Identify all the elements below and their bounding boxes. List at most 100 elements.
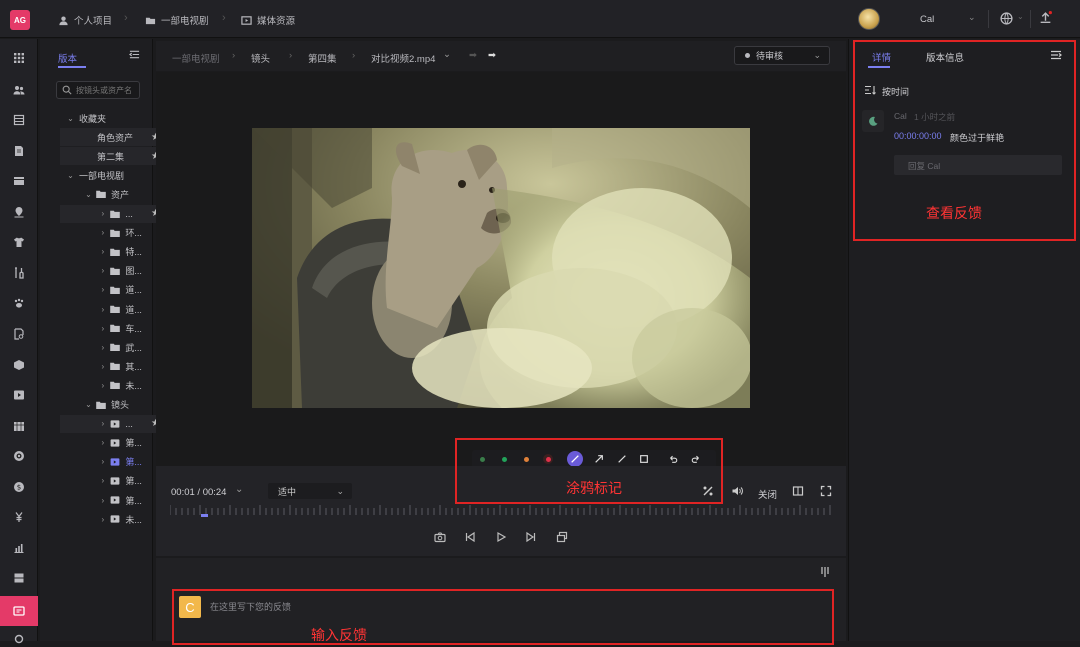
breadcrumb-personal-project[interactable]: 个人项目	[58, 13, 112, 27]
tree-item[interactable]: › 第...	[60, 434, 160, 452]
nav-search-document-icon[interactable]	[11, 326, 27, 342]
file-dropdown-chevron-icon[interactable]: ⌄	[443, 49, 451, 60]
volume-icon[interactable]	[731, 485, 743, 497]
tree-item[interactable]: › 第...	[60, 491, 160, 509]
collapsed-chevron-icon[interactable]: ›	[98, 305, 107, 314]
tree-search[interactable]	[56, 81, 140, 99]
globe-icon[interactable]	[1000, 12, 1013, 25]
feedback-input-box[interactable]	[172, 589, 834, 645]
nav-archive-icon[interactable]	[11, 570, 27, 586]
tree-item[interactable]: › 车...	[60, 319, 160, 337]
expand-chevron-icon[interactable]: ⌄	[84, 190, 93, 199]
nav-play-icon[interactable]	[11, 387, 27, 403]
collapsed-chevron-icon[interactable]: ›	[98, 419, 107, 428]
tree-item[interactable]: › 道...	[60, 281, 160, 299]
collapsed-chevron-icon[interactable]: ›	[98, 228, 107, 237]
collapsed-chevron-icon[interactable]: ›	[98, 438, 107, 447]
nav-box-icon[interactable]	[11, 357, 27, 373]
collapsed-chevron-icon[interactable]: ›	[98, 362, 107, 371]
nav-review-icon[interactable]	[11, 603, 27, 619]
loop-icon[interactable]	[556, 531, 568, 543]
breadcrumb-tv-series[interactable]: 一部电视剧	[145, 13, 209, 27]
tree-item[interactable]: ⌄ 镜头	[60, 396, 160, 414]
tree-item[interactable]: ›...★	[60, 414, 160, 433]
timeline-scrubber[interactable]	[170, 505, 832, 515]
next-version-icon[interactable]: ➡	[488, 50, 496, 61]
nav-calendar-icon[interactable]	[11, 418, 27, 434]
tree-item[interactable]: 第二集★	[60, 147, 160, 166]
tree-item[interactable]: › 道...	[60, 300, 160, 318]
nav-pet-icon[interactable]	[11, 295, 27, 311]
search-input[interactable]	[76, 85, 138, 95]
nav-location-icon[interactable]	[11, 204, 27, 220]
compare-view-icon[interactable]	[792, 485, 804, 497]
user-avatar[interactable]	[858, 8, 880, 30]
viewer-breadcrumb-series[interactable]: 一部电视剧	[172, 51, 220, 65]
app-logo[interactable]: AG	[10, 10, 30, 30]
tree-item[interactable]: › 特...	[60, 243, 160, 261]
tree-item[interactable]: › 图...	[60, 262, 160, 280]
play-icon[interactable]	[495, 531, 507, 543]
user-menu-chevron-icon[interactable]: ⌄	[968, 12, 976, 23]
nav-settings-icon[interactable]	[11, 631, 27, 647]
expand-chevron-icon[interactable]: ⌄	[66, 171, 75, 180]
zoom-fit-select[interactable]: 适中 ⌄	[268, 483, 352, 499]
viewer-breadcrumb-file[interactable]: 对比视频2.mp4	[371, 51, 435, 65]
nav-yen-icon[interactable]	[11, 509, 27, 525]
tree-item[interactable]: ⌄ 资产	[60, 185, 160, 203]
snapshot-camera-icon[interactable]	[434, 531, 446, 543]
collapse-panel-icon[interactable]	[129, 49, 140, 60]
nav-chart-icon[interactable]	[11, 540, 27, 556]
previous-version-icon[interactable]: ➡	[469, 50, 477, 61]
expand-chevron-icon[interactable]: ⌄	[66, 114, 75, 123]
tree-item[interactable]: ⌄ 收藏夹	[60, 109, 160, 127]
tree-item[interactable]: ⌄ 一部电视剧	[60, 166, 160, 184]
nav-target-icon[interactable]	[11, 448, 27, 464]
nav-tools-icon[interactable]	[11, 265, 27, 281]
timecode-format-chevron-icon[interactable]: ⌄	[235, 484, 243, 495]
collapsed-chevron-icon[interactable]: ›	[98, 476, 107, 485]
tree-item[interactable]: › 未...	[60, 510, 160, 528]
language-chevron-icon[interactable]: ⌄	[1017, 12, 1024, 21]
tree-item[interactable]: › 未...	[60, 376, 160, 394]
nav-apps-icon[interactable]	[11, 50, 27, 66]
viewer-breadcrumb-shots[interactable]: 镜头	[251, 51, 270, 65]
collapsed-chevron-icon[interactable]: ›	[98, 285, 107, 294]
nav-document-icon[interactable]	[11, 143, 27, 159]
collapsed-chevron-icon[interactable]: ›	[98, 496, 107, 505]
collapsed-chevron-icon[interactable]: ›	[98, 457, 107, 466]
nav-team-icon[interactable]	[11, 82, 27, 98]
fullscreen-icon[interactable]	[820, 485, 832, 497]
upload-icon[interactable]	[1039, 11, 1052, 25]
collapsed-chevron-icon[interactable]: ›	[98, 266, 107, 275]
collapsed-chevron-icon[interactable]: ›	[98, 515, 107, 524]
collapsed-chevron-icon[interactable]: ›	[98, 209, 107, 218]
tree-item[interactable]: › 武...	[60, 338, 160, 356]
playhead[interactable]	[201, 514, 208, 517]
nav-film-icon[interactable]	[11, 173, 27, 189]
tree-item[interactable]: › 第...	[60, 472, 160, 490]
feedback-placeholder[interactable]: 在这里写下您的反馈	[210, 600, 291, 613]
nav-money-icon[interactable]: $	[11, 479, 27, 495]
tree-item[interactable]: › 其...	[60, 357, 160, 375]
review-status-select[interactable]: 待审核 ⌄	[734, 46, 830, 65]
tree-item[interactable]: › 环...	[60, 224, 160, 242]
collapsed-chevron-icon[interactable]: ›	[98, 343, 107, 352]
video-frame[interactable]	[252, 128, 750, 408]
attachment-pin-icon[interactable]	[819, 566, 831, 578]
collapsed-chevron-icon[interactable]: ›	[98, 247, 107, 256]
breadcrumb-media-assets[interactable]: 媒体资源	[241, 13, 295, 27]
tab-version[interactable]: 版本	[58, 51, 77, 65]
next-frame-icon[interactable]	[525, 531, 537, 543]
expand-chevron-icon[interactable]: ⌄	[84, 400, 93, 409]
nav-costume-icon[interactable]	[11, 234, 27, 250]
tree-item[interactable]: › 第...	[60, 453, 160, 471]
collapsed-chevron-icon[interactable]: ›	[98, 324, 107, 333]
viewer-breadcrumb-episode[interactable]: 第四集	[308, 51, 337, 65]
tree-item[interactable]: 角色资产★	[60, 128, 160, 147]
nav-table-icon[interactable]	[11, 112, 27, 128]
close-annotation-button[interactable]: 关闭	[758, 487, 777, 501]
tree-item[interactable]: ›...★	[60, 204, 160, 223]
user-name[interactable]: Cal	[920, 14, 934, 25]
collapsed-chevron-icon[interactable]: ›	[98, 381, 107, 390]
